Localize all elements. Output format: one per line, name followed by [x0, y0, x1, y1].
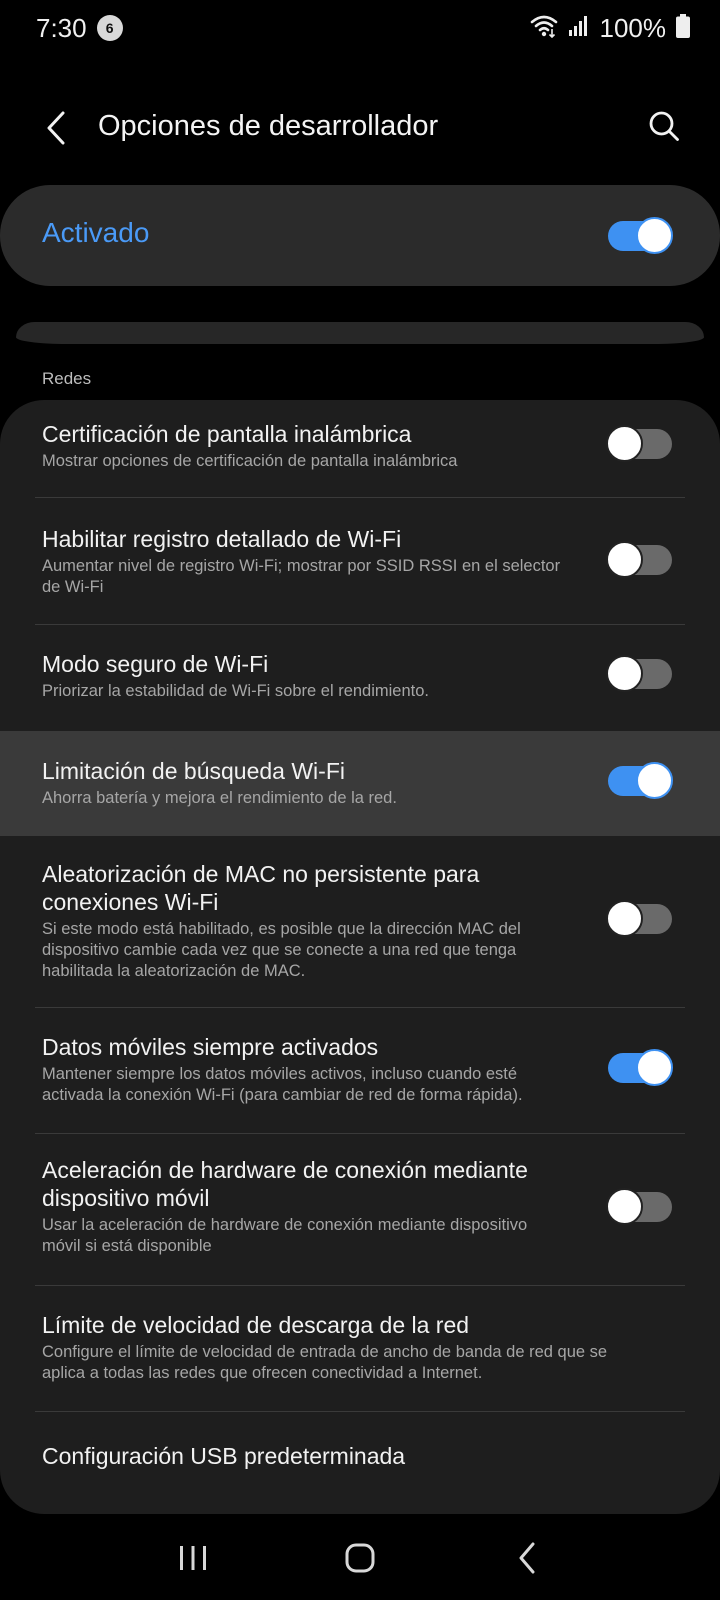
status-time: 7:30 [36, 12, 87, 43]
setting-row-wifi-verbose-logging[interactable]: Habilitar registro detallado de Wi-Fi Au… [0, 498, 720, 625]
master-toggle-label: Activado [42, 217, 150, 248]
home-button[interactable] [330, 1530, 390, 1590]
setting-subtitle: Mostrar opciones de certificación de pan… [42, 452, 458, 470]
signal-icon [568, 15, 590, 42]
section-header-networks: Redes [42, 369, 92, 388]
nav-back-icon [517, 1542, 537, 1579]
toggle-thumb [636, 217, 673, 254]
setting-row-mac-randomization[interactable]: Aleatorización de MAC no persistente par… [0, 836, 720, 1008]
system-navigation-bar [0, 1520, 720, 1600]
back-button[interactable] [36, 108, 76, 152]
toggle-thumb [606, 900, 643, 937]
setting-row-default-usb-configuration[interactable]: Configuración USB predeterminada [0, 1412, 720, 1514]
scroll-peek-card [16, 322, 704, 344]
setting-subtitle: Configure el límite de velocidad de entr… [42, 1343, 608, 1382]
setting-toggle[interactable] [606, 541, 672, 578]
setting-title: Configuración USB predeterminada [42, 1443, 406, 1469]
setting-toggle[interactable] [606, 1188, 672, 1225]
toggle-thumb [606, 1188, 643, 1225]
setting-subtitle: Priorizar la estabilidad de Wi-Fi sobre … [42, 682, 429, 700]
status-right: 100% [530, 12, 690, 44]
setting-subtitle: Si este modo está habilitado, es posible… [42, 920, 521, 980]
networks-settings-list: Certificación de pantalla inalámbrica Mo… [0, 400, 720, 1514]
developer-options-master-card[interactable]: Activado [0, 185, 720, 286]
status-left: 7:30 6 [36, 13, 123, 44]
recents-button[interactable] [163, 1530, 223, 1590]
setting-row-wireless-display-certification[interactable]: Certificación de pantalla inalámbrica Mo… [0, 400, 720, 498]
status-bar: 7:30 6 100% [0, 0, 720, 56]
setting-toggle[interactable] [608, 1049, 673, 1086]
notification-count-badge: 6 [96, 15, 123, 41]
toggle-thumb [636, 1049, 673, 1086]
setting-title: Límite de velocidad de descarga de la re… [42, 1312, 470, 1338]
setting-toggle[interactable] [606, 655, 672, 692]
setting-row-wifi-safe-mode[interactable]: Modo seguro de Wi-Fi Priorizar la estabi… [0, 625, 720, 731]
toggle-thumb [606, 425, 643, 462]
page-title: Opciones de desarrollador [98, 110, 439, 142]
setting-row-wifi-scan-throttling[interactable]: Limitación de búsqueda Wi-Fi Ahorra bate… [0, 731, 720, 836]
setting-subtitle: Aumentar nivel de registro Wi-Fi; mostra… [42, 557, 561, 596]
setting-title: Limitación de búsqueda Wi-Fi [42, 758, 345, 784]
setting-subtitle: Usar la aceleración de hardware de conex… [42, 1216, 528, 1255]
setting-row-network-download-rate-limit[interactable]: Límite de velocidad de descarga de la re… [0, 1286, 720, 1412]
back-arrow-icon [45, 110, 67, 151]
setting-title: Modo seguro de Wi-Fi [42, 651, 269, 677]
toggle-thumb [636, 762, 673, 799]
setting-subtitle: Ahorra batería y mejora el rendimiento d… [42, 789, 397, 807]
setting-toggle[interactable] [606, 900, 672, 937]
setting-subtitle: Mantener siempre los datos móviles activ… [42, 1065, 523, 1104]
nav-back-button[interactable] [497, 1530, 557, 1590]
setting-title: Certificación de pantalla inalámbrica [42, 421, 412, 447]
toggle-thumb [606, 541, 643, 578]
battery-icon [676, 13, 690, 43]
battery-percent: 100% [599, 12, 667, 43]
wifi-icon [530, 14, 558, 43]
setting-toggle[interactable] [606, 425, 672, 462]
toggle-thumb [606, 655, 643, 692]
setting-toggle[interactable] [608, 762, 673, 799]
setting-row-mobile-data-always-on[interactable]: Datos móviles siempre activados Mantener… [0, 1008, 720, 1134]
app-header: Opciones de desarrollador [0, 92, 720, 168]
search-button[interactable] [642, 106, 686, 150]
home-icon [345, 1543, 375, 1578]
recents-icon [178, 1544, 208, 1577]
search-icon [648, 110, 680, 147]
setting-title: Habilitar registro detallado de Wi-Fi [42, 526, 402, 552]
setting-row-tethering-hardware-acceleration[interactable]: Aceleración de hardware de conexión medi… [0, 1134, 720, 1286]
setting-title: Aceleración de hardware de conexión medi… [42, 1157, 528, 1211]
setting-title: Aleatorización de MAC no persistente par… [42, 861, 480, 915]
setting-title: Datos móviles siempre activados [42, 1034, 379, 1060]
master-toggle-switch[interactable] [608, 217, 673, 254]
